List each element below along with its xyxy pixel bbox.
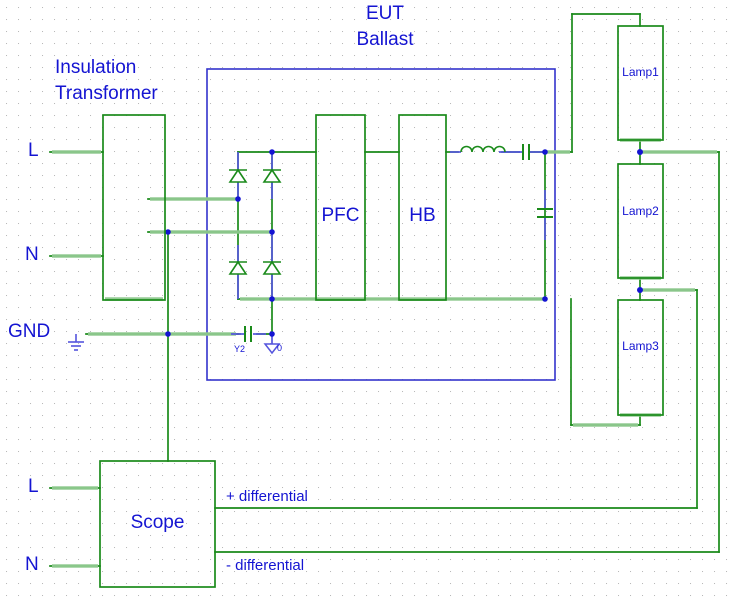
- block-insulation-transformer[interactable]: [102, 114, 166, 301]
- schematic-canvas: EUT Ballast Insulation Transformer L N G…: [0, 0, 736, 601]
- diode-top-right: [262, 168, 282, 183]
- transformer-title-line1: Insulation: [55, 57, 137, 78]
- scope-n-label: N: [25, 554, 39, 575]
- junction-dot: [637, 287, 643, 293]
- eut-title-line1: EUT: [366, 3, 404, 24]
- lamp2-label: Lamp2: [622, 204, 659, 218]
- junction-dot: [165, 331, 171, 337]
- diode-bottom-left: [228, 260, 248, 275]
- diode-bottom-right: [262, 260, 282, 275]
- junction-dot: [165, 229, 171, 235]
- series-capacitor-symbol: [522, 144, 530, 160]
- node-zero-label: 0: [277, 343, 283, 353]
- y2-cap-label: Y2: [234, 344, 246, 354]
- inductor-symbol: [460, 145, 506, 153]
- mains-l-label: L: [28, 140, 39, 161]
- junction-dot: [269, 149, 275, 155]
- gnd-label: GND: [8, 321, 51, 342]
- y2-capacitor-symbol: [244, 326, 252, 342]
- diff-plus-label: + differential: [226, 488, 308, 505]
- junction-dot: [637, 149, 643, 155]
- diode-top-left: [228, 168, 248, 183]
- scope-label: Scope: [130, 512, 185, 533]
- junction-dot: [542, 149, 548, 155]
- ground-earth-icon: [68, 334, 84, 351]
- junction-dot: [235, 196, 241, 202]
- mains-n-label: N: [25, 244, 39, 265]
- block-lamp1[interactable]: [617, 25, 664, 141]
- junction-dot: [542, 296, 548, 302]
- scope-l-label: L: [28, 476, 39, 497]
- transformer-title-line2: Transformer: [55, 83, 158, 104]
- lamp3-label: Lamp3: [622, 339, 659, 353]
- junction-dot: [269, 229, 275, 235]
- block-lamp2[interactable]: [617, 163, 664, 279]
- block-lamp3[interactable]: [617, 299, 664, 416]
- pfc-label: PFC: [321, 205, 360, 226]
- junction-dot: [269, 331, 275, 337]
- junction-dot: [269, 296, 275, 302]
- hb-label: HB: [409, 205, 436, 226]
- eut-title-line2: Ballast: [356, 29, 414, 50]
- lamp1-label: Lamp1: [622, 65, 659, 79]
- diff-minus-label: - differential: [226, 557, 305, 574]
